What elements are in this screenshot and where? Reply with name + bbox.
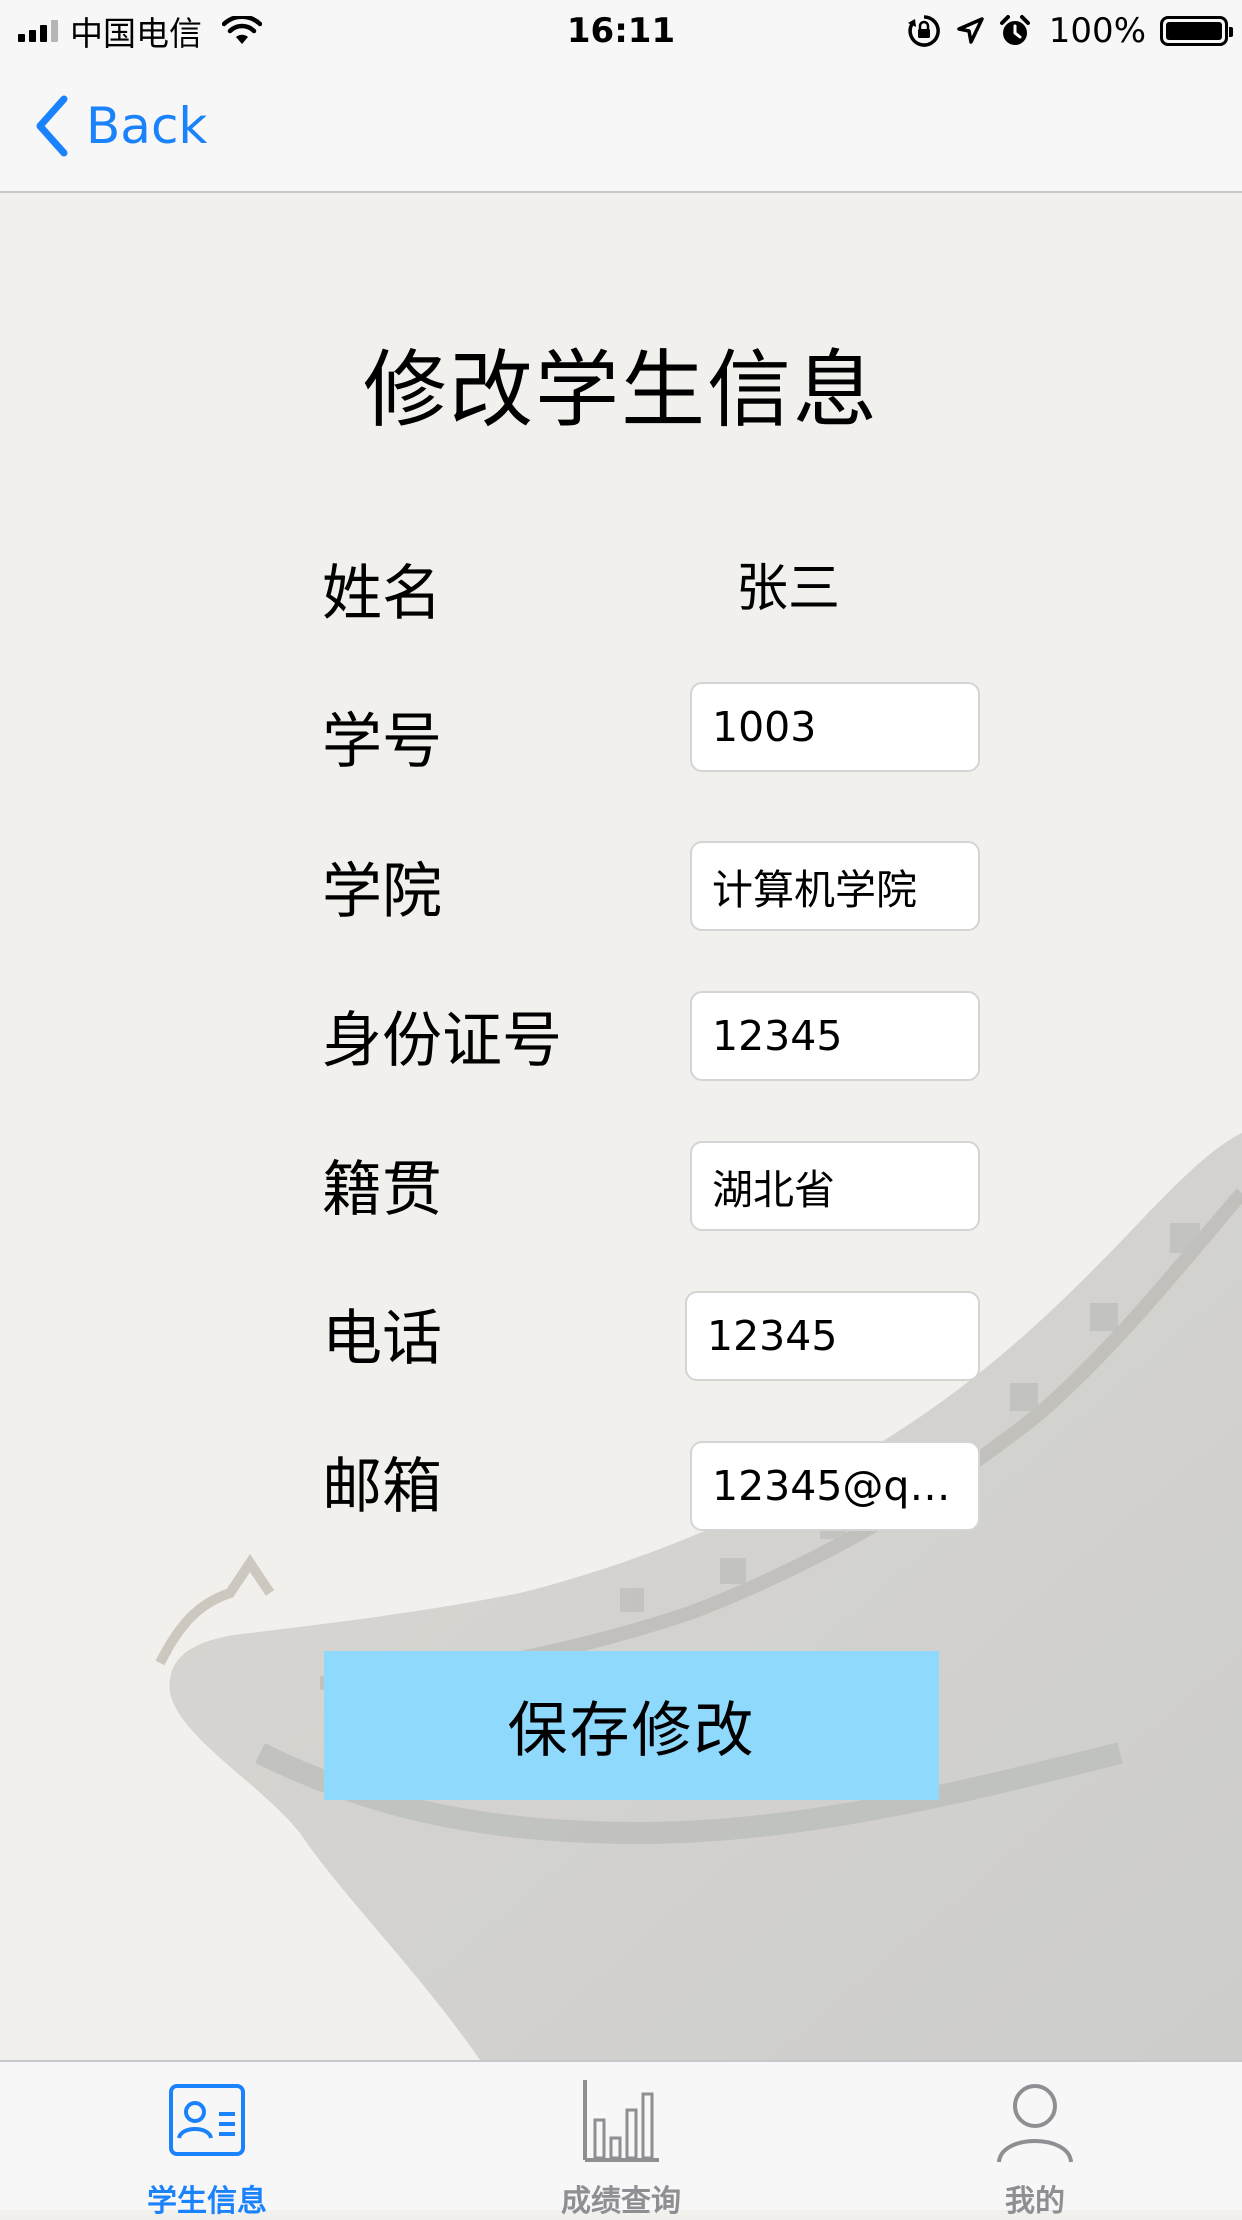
chevron-left-icon	[36, 95, 68, 157]
student-id-label: 学号	[322, 707, 442, 777]
tab-bar: 学生信息 成绩查询 我的	[0, 2060, 1242, 2219]
status-bar: 中国电信 16:11 100%	[0, 0, 1242, 62]
student-card-icon	[169, 2084, 245, 2156]
location-icon	[957, 17, 984, 44]
college-field[interactable]	[690, 841, 980, 931]
person-icon	[997, 2084, 1073, 2163]
back-button[interactable]: Back	[34, 94, 207, 158]
id-number-label: 身份证号	[322, 1006, 562, 1076]
alarm-icon	[999, 15, 1030, 45]
email-label: 邮箱	[322, 1452, 442, 1522]
edit-student-form: 修改学生信息 姓名 张三 学号 学院 身份证号 籍贯 电话 邮箱 保存修改	[0, 193, 1242, 2060]
tab-label: 学生信息	[147, 2184, 267, 2219]
back-label: Back	[86, 97, 208, 155]
battery-percent: 100%	[1048, 11, 1146, 51]
navigation-bar: Back	[0, 62, 1242, 193]
page-title: 修改学生信息	[362, 341, 879, 439]
student-id-field[interactable]	[690, 682, 980, 772]
tab-label: 我的	[1005, 2184, 1065, 2219]
college-label: 学院	[322, 857, 442, 927]
status-bar-right: 100%	[907, 0, 1233, 62]
tab-label: 成绩查询	[561, 2184, 681, 2219]
tab-me[interactable]: 我的	[828, 2062, 1242, 2219]
save-changes-button[interactable]: 保存修改	[324, 1651, 939, 1800]
tab-student-info[interactable]: 学生信息	[0, 2062, 414, 2219]
native-place-label: 籍贯	[322, 1155, 442, 1225]
name-label: 姓名	[322, 559, 442, 629]
phone-label: 电话	[322, 1304, 442, 1374]
email-field[interactable]	[690, 1441, 980, 1531]
native-place-field[interactable]	[690, 1141, 980, 1231]
battery-icon	[1160, 16, 1233, 46]
name-value: 张三	[736, 559, 841, 619]
phone-field[interactable]	[685, 1291, 980, 1381]
bar-chart-icon	[583, 2080, 659, 2162]
orientation-lock-icon	[907, 15, 940, 47]
tab-grade-query[interactable]: 成绩查询	[414, 2062, 828, 2219]
id-number-field[interactable]	[690, 991, 980, 1081]
battery-level	[1166, 22, 1222, 40]
